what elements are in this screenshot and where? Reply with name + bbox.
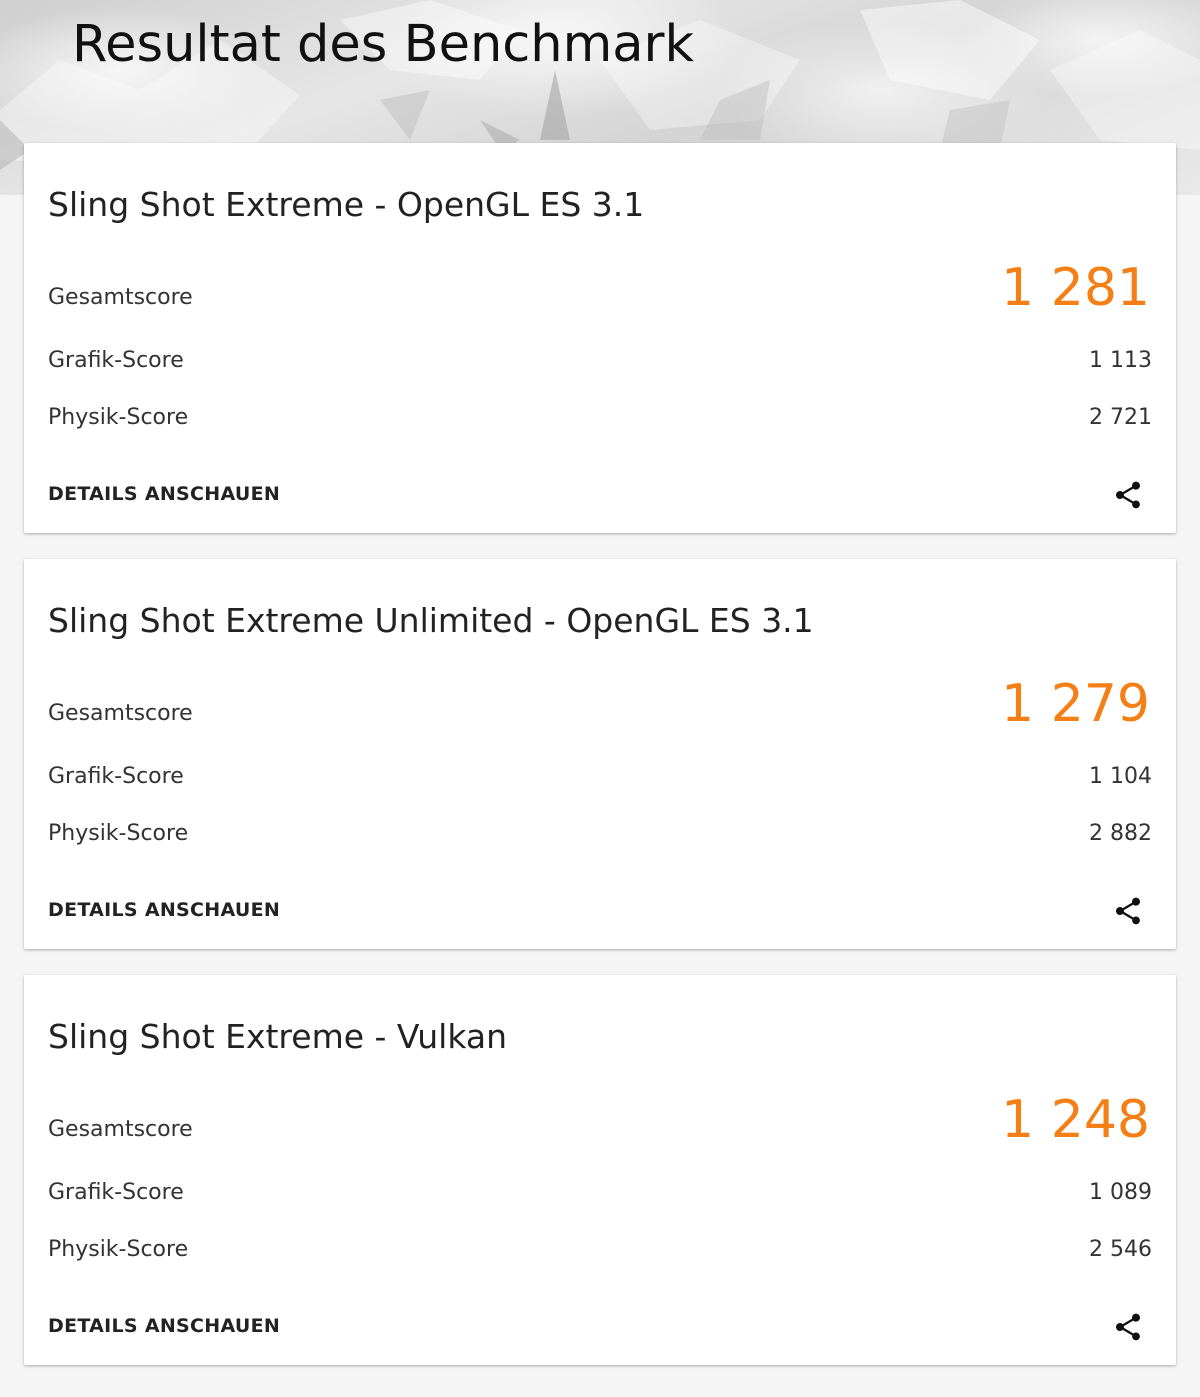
benchmark-card: Sling Shot Extreme - OpenGL ES 3.1 Gesam… [24, 143, 1176, 533]
page-title: Resultat des Benchmark [72, 15, 695, 74]
total-score-value: 1 281 [1001, 258, 1150, 318]
graphics-score-label: Grafik-Score [48, 764, 184, 789]
graphics-score-label: Grafik-Score [48, 348, 184, 373]
share-icon[interactable] [1112, 1311, 1144, 1343]
total-score-value: 1 248 [1001, 1090, 1150, 1150]
physics-score-label: Physik-Score [48, 821, 189, 846]
total-score-label: Gesamtscore [48, 285, 193, 310]
share-icon[interactable] [1112, 479, 1144, 511]
card-title: Sling Shot Extreme - OpenGL ES 3.1 [48, 185, 645, 224]
total-score-value: 1 279 [1001, 674, 1150, 734]
details-button[interactable]: DETAILS ANSCHAUEN [48, 1315, 280, 1337]
total-score-label: Gesamtscore [48, 701, 193, 726]
physics-score-value: 2 546 [1089, 1237, 1152, 1262]
physics-score-label: Physik-Score [48, 405, 189, 430]
details-button[interactable]: DETAILS ANSCHAUEN [48, 899, 280, 921]
benchmark-card: Sling Shot Extreme - Vulkan Gesamtscore … [24, 975, 1176, 1365]
graphics-score-label: Grafik-Score [48, 1180, 184, 1205]
graphics-score-value: 1 089 [1089, 1180, 1152, 1205]
graphics-score-value: 1 113 [1089, 348, 1152, 373]
physics-score-value: 2 882 [1089, 821, 1152, 846]
card-title: Sling Shot Extreme Unlimited - OpenGL ES… [48, 601, 814, 640]
share-icon[interactable] [1112, 895, 1144, 927]
total-score-label: Gesamtscore [48, 1117, 193, 1142]
card-title: Sling Shot Extreme - Vulkan [48, 1017, 508, 1056]
physics-score-label: Physik-Score [48, 1237, 189, 1262]
benchmark-card: Sling Shot Extreme Unlimited - OpenGL ES… [24, 559, 1176, 949]
physics-score-value: 2 721 [1089, 405, 1152, 430]
details-button[interactable]: DETAILS ANSCHAUEN [48, 483, 280, 505]
graphics-score-value: 1 104 [1089, 764, 1152, 789]
